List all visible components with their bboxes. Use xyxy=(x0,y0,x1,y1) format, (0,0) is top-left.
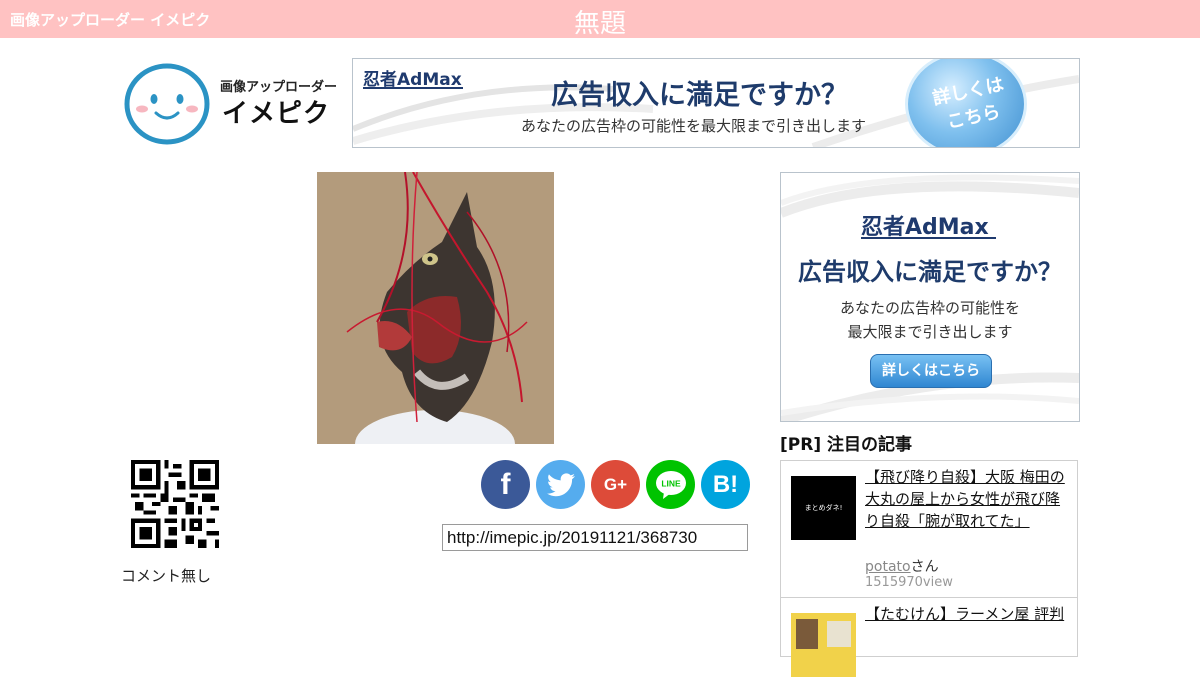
pr-section-heading: [PR] 注目の記事 xyxy=(780,435,913,455)
line-icon-label: LINE xyxy=(661,478,681,488)
ad-subtext-line2: 最大限まで引き出します xyxy=(847,323,1013,341)
sidebar-ad[interactable]: 忍者AdMax 広告収入に満足ですか？ あなたの広告枠の可能性を 最大限まで引き… xyxy=(780,172,1080,422)
permalink-url-field[interactable]: http://imepic.jp/20191121/368730 xyxy=(442,524,748,551)
ad-subtext: あなたの広告枠の可能性を最大限まで引き出します xyxy=(521,117,867,135)
google-plus-share-button[interactable]: G+ xyxy=(591,460,640,509)
article-title-link[interactable]: 【飛び降り自殺】大阪 梅田の大丸の屋上から女性が飛び降り自殺「腕が取れてた」 xyxy=(865,466,1065,532)
twitter-bird-icon xyxy=(546,472,575,496)
article-card[interactable]: 【たむけん】ラーメン屋 評判 xyxy=(780,597,1078,677)
article-author-link[interactable]: potato xyxy=(865,559,911,575)
hatena-bookmark-share-button[interactable]: B! xyxy=(701,460,750,509)
article-author: potatoさん xyxy=(865,556,939,576)
admax-brand: 忍者AdMax xyxy=(363,65,463,90)
twitter-share-button[interactable] xyxy=(536,460,585,509)
article-card[interactable]: まとめダネ! 【飛び降り自殺】大阪 梅田の大丸の屋上から女性が飛び降り自殺「腕が… xyxy=(780,460,1078,598)
page-title: 無題 xyxy=(573,9,626,39)
uploaded-image[interactable] xyxy=(317,172,554,444)
ad-headline: 広告収入に満足ですか？ xyxy=(798,258,1062,286)
ad-subtext-line1: あなたの広告枠の可能性を xyxy=(839,299,1020,317)
facebook-icon: f xyxy=(500,467,511,501)
line-share-button[interactable]: LINE xyxy=(646,460,695,509)
site-logo[interactable]: 画像アップローダー イメピク xyxy=(124,63,339,145)
ad-headline: 広告収入に満足ですか？ xyxy=(551,80,848,111)
top-banner-ad[interactable]: 忍者AdMax 広告収入に満足ですか？ あなたの広告枠の可能性を最大限まで引き出… xyxy=(352,58,1080,148)
logo-wordmark: イメピク xyxy=(222,99,331,129)
smiley-face-icon xyxy=(124,63,210,145)
article-thumbnail[interactable] xyxy=(791,613,856,677)
line-icon: LINE xyxy=(655,470,686,499)
qr-code xyxy=(131,460,219,548)
ad-details-button[interactable]: 詳しくはこちら xyxy=(870,354,992,388)
article-thumbnail[interactable]: まとめダネ! xyxy=(791,476,856,540)
facebook-share-button[interactable]: f xyxy=(481,460,530,509)
admax-brand: 忍者AdMax xyxy=(861,209,996,241)
comment-text: コメント無し xyxy=(121,567,212,585)
article-title-link[interactable]: 【たむけん】ラーメン屋 評判 xyxy=(865,603,1065,625)
hatena-bookmark-icon: B! xyxy=(712,470,739,498)
google-plus-icon: G+ xyxy=(603,474,628,494)
article-view-count: 1515970view xyxy=(865,575,953,590)
top-bar: 画像アップローダー イメピク 無題 xyxy=(0,0,1200,39)
article-thumbnail-text: まとめダネ! xyxy=(804,504,843,512)
article-author-suffix: さん xyxy=(910,559,939,575)
